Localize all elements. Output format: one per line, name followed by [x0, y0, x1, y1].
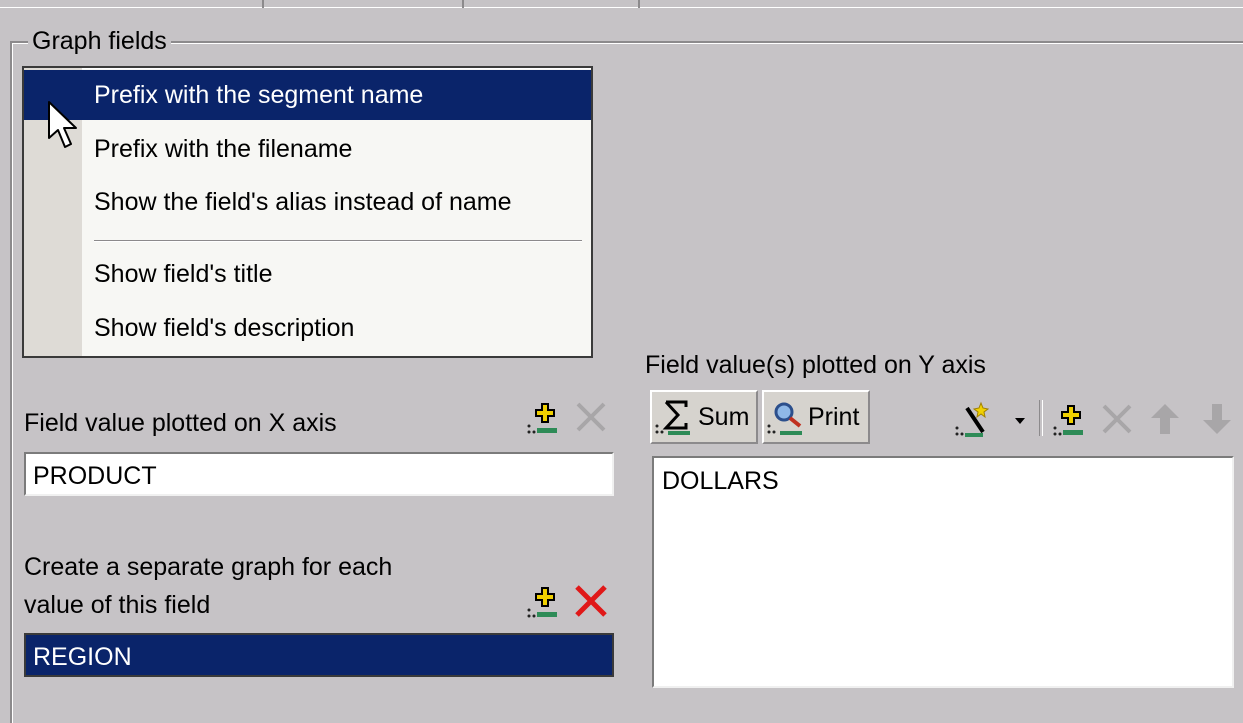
menu-item-label: Show the field's alias instead of name: [94, 188, 512, 216]
add-field-icon: [527, 403, 557, 434]
sum-label: Sum: [698, 402, 750, 431]
list-item[interactable]: DOLLARS: [662, 464, 779, 498]
move-down-icon: [1203, 404, 1231, 434]
menu-item-show-title[interactable]: Show field's title: [24, 249, 591, 299]
sigma-icon: [655, 400, 690, 435]
menu-item-show-alias[interactable]: Show the field's alias instead of name: [24, 177, 591, 227]
separate-graph-label-line1: Create a separate graph for each: [24, 553, 393, 581]
print-field-icon: [767, 402, 802, 435]
dropdown-arrow-icon: [1015, 418, 1025, 424]
menu-item-label: Prefix with the filename: [94, 135, 353, 163]
wand-icon: [955, 401, 990, 437]
add-x-field-button[interactable]: [524, 398, 562, 436]
menu-item-prefix-filename[interactable]: Prefix with the filename: [24, 124, 591, 174]
move-down-button[interactable]: [1198, 400, 1236, 438]
menu-item-show-description[interactable]: Show field's description: [24, 303, 591, 353]
menu-item-label: Prefix with the segment name: [94, 81, 424, 109]
menu-separator: [94, 240, 582, 242]
menu-item-label: Show field's title: [94, 260, 273, 288]
mouse-cursor-icon: [48, 101, 77, 148]
delete-y-field-button[interactable]: [1098, 400, 1136, 438]
add-field-icon: [1053, 405, 1083, 436]
toolbar-separator: [1039, 400, 1043, 436]
add-field-icon: [527, 587, 557, 618]
wand-button[interactable]: [953, 400, 991, 438]
delete-icon: [1102, 404, 1132, 434]
x-axis-label: Field value plotted on X axis: [24, 409, 337, 437]
separate-graph-field[interactable]: REGION: [24, 633, 614, 677]
sum-button[interactable]: Sum: [650, 390, 758, 444]
move-up-icon: [1151, 404, 1179, 434]
field-name-menu: Prefix with the segment name Prefix with…: [22, 66, 593, 358]
menu-item-prefix-segment[interactable]: Prefix with the segment name: [24, 70, 591, 120]
add-separate-field-button[interactable]: [524, 582, 562, 620]
group-title: Graph fields: [28, 26, 171, 56]
delete-x-field-button[interactable]: [572, 398, 610, 436]
delete-separate-field-button[interactable]: [572, 582, 610, 620]
separate-graph-label-line2: value of this field: [24, 591, 211, 619]
print-button[interactable]: Print: [762, 390, 870, 444]
wand-dropdown-button[interactable]: [1012, 408, 1028, 428]
tab-strip: [0, 0, 1243, 8]
delete-icon: [576, 402, 606, 432]
y-axis-label: Field value(s) plotted on Y axis: [645, 351, 986, 379]
print-label: Print: [808, 402, 860, 431]
delete-icon: [575, 585, 607, 617]
x-axis-field[interactable]: PRODUCT: [24, 452, 614, 496]
add-y-field-button[interactable]: [1050, 400, 1088, 438]
move-up-button[interactable]: [1146, 400, 1184, 438]
menu-item-label: Show field's description: [94, 314, 355, 342]
y-axis-list[interactable]: DOLLARS: [652, 456, 1234, 688]
